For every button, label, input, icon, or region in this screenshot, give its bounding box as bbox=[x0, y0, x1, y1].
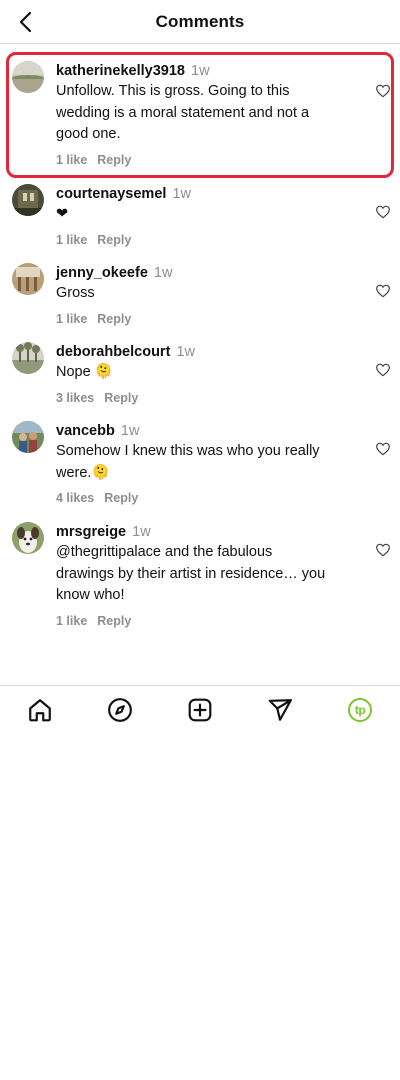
timestamp: 1w bbox=[132, 524, 151, 540]
username[interactable]: vancebb bbox=[56, 423, 115, 439]
reply-button[interactable]: Reply bbox=[104, 491, 138, 505]
nav-home[interactable] bbox=[20, 690, 60, 730]
heart-icon[interactable] bbox=[375, 441, 391, 457]
comment-actions: 4 likes Reply bbox=[56, 490, 326, 506]
heart-icon[interactable] bbox=[375, 283, 391, 299]
compass-icon bbox=[108, 697, 132, 722]
like-count[interactable]: 3 likes bbox=[56, 391, 94, 405]
timestamp: 1w bbox=[172, 186, 191, 202]
username[interactable]: mrsgreige bbox=[56, 524, 126, 540]
heart-icon[interactable] bbox=[375, 204, 391, 220]
reply-button[interactable]: Reply bbox=[97, 153, 131, 167]
comment-text: Somehow I knew this was who you really w… bbox=[56, 443, 320, 481]
username[interactable]: katherinekelly3918 bbox=[56, 63, 185, 79]
avatar[interactable] bbox=[12, 421, 44, 453]
timestamp: 1w bbox=[191, 63, 210, 79]
reply-button[interactable]: Reply bbox=[97, 614, 131, 628]
page-title: Comments bbox=[155, 11, 245, 31]
comment-body: jenny_okeefe 1w Gross 1 like Reply bbox=[56, 263, 326, 327]
add-post-icon bbox=[188, 698, 212, 721]
nav-direct[interactable] bbox=[260, 690, 300, 730]
comment-text: Unfollow. This is gross. Going to this w… bbox=[56, 83, 310, 142]
comment-text: ❤ bbox=[56, 206, 69, 222]
profile-logo: tp bbox=[348, 697, 372, 722]
comment-actions: 1 like Reply bbox=[56, 152, 326, 168]
username[interactable]: courtenaysemel bbox=[56, 186, 166, 202]
comment-actions: 1 like Reply bbox=[56, 311, 326, 327]
avatar[interactable] bbox=[12, 184, 44, 216]
avatar[interactable] bbox=[12, 263, 44, 295]
like-count[interactable]: 1 like bbox=[56, 614, 87, 628]
reply-button[interactable]: Reply bbox=[97, 233, 131, 247]
comment-actions: 1 like Reply bbox=[56, 613, 326, 629]
comment-text: Gross bbox=[56, 285, 95, 301]
comment-actions: 1 like Reply bbox=[56, 232, 326, 248]
send-icon bbox=[268, 698, 292, 721]
nav-create[interactable] bbox=[180, 690, 220, 730]
heart-icon[interactable] bbox=[375, 83, 391, 99]
bottom-nav: tp bbox=[0, 685, 400, 733]
comments-page: Comments katherinekelly3918 1w Unfollow.… bbox=[0, 0, 400, 1080]
comment-text: @thegrittipalace and the fabulous drawin… bbox=[56, 544, 326, 603]
avatar[interactable] bbox=[12, 522, 44, 554]
home-icon bbox=[29, 698, 51, 721]
username[interactable]: jenny_okeefe bbox=[56, 265, 148, 281]
like-count[interactable]: 1 like bbox=[56, 153, 87, 167]
timestamp: 1w bbox=[120, 423, 140, 439]
heart-icon[interactable] bbox=[375, 542, 391, 558]
like-count[interactable]: 1 like bbox=[56, 312, 87, 326]
avatar[interactable] bbox=[12, 61, 44, 93]
comment-body: vancebb 1w Somehow I knew this was who y… bbox=[56, 421, 326, 506]
heart-icon[interactable] bbox=[375, 362, 391, 378]
comment-text: Nope 🫠 bbox=[56, 364, 113, 380]
comment-body: katherinekelly3918 1w Unfollow. This is … bbox=[56, 61, 326, 168]
comment-body: deborahbelcourt 1w Nope 🫠 3 likes Reply bbox=[56, 342, 326, 406]
reply-button[interactable]: Reply bbox=[104, 391, 138, 405]
nav-profile[interactable]: tp bbox=[340, 690, 380, 730]
reply-button[interactable]: Reply bbox=[97, 312, 131, 326]
comment-body: courtenaysemel 1w ❤ 1 like Reply bbox=[56, 184, 326, 248]
header: Comments bbox=[0, 0, 400, 44]
comment-body: mrsgreige 1w @thegrittipalace and the fa… bbox=[56, 522, 326, 629]
like-count[interactable]: 4 likes bbox=[56, 491, 94, 505]
username[interactable]: deborahbelcourt bbox=[56, 344, 170, 360]
comment-actions: 3 likes Reply bbox=[56, 390, 326, 406]
timestamp: 1w bbox=[176, 344, 195, 360]
nav-explore[interactable] bbox=[100, 690, 140, 730]
back-button[interactable] bbox=[10, 6, 42, 38]
timestamp: 1w bbox=[153, 265, 173, 281]
chevron-left-icon bbox=[19, 11, 32, 33]
like-count[interactable]: 1 like bbox=[56, 233, 87, 247]
avatar[interactable] bbox=[12, 342, 44, 374]
